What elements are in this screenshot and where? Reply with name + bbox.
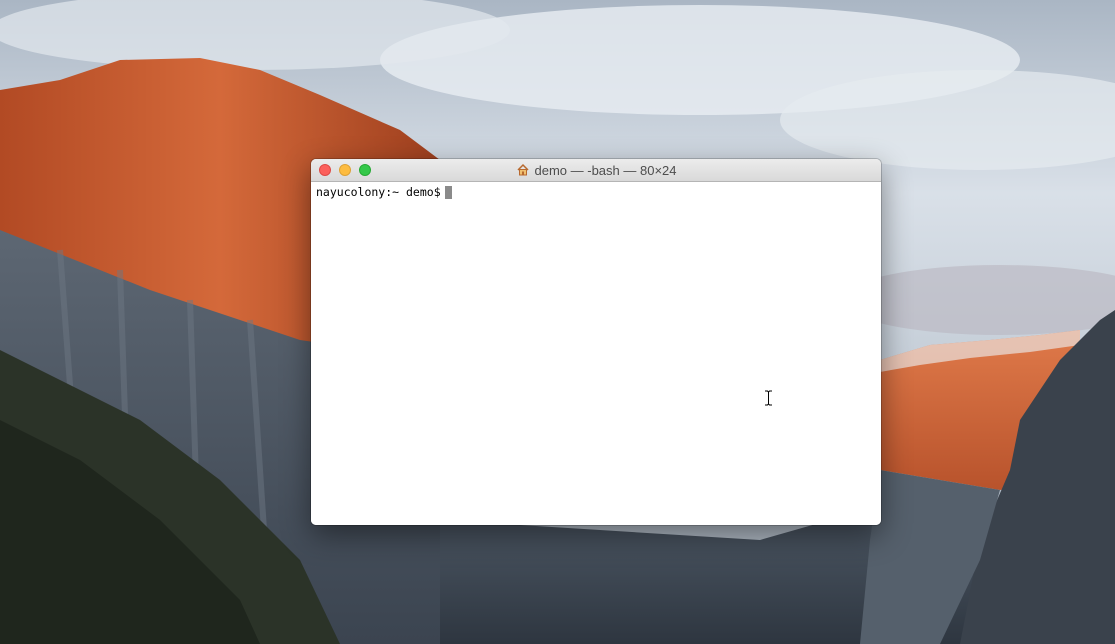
home-icon (516, 163, 529, 176)
prompt-line: nayucolony:~ demo$ (316, 185, 876, 199)
text-cursor (444, 185, 452, 199)
ibeam-cursor-icon (765, 390, 772, 406)
window-title: demo — -bash — 80×24 (311, 159, 881, 181)
window-title-text: demo — -bash — 80×24 (534, 162, 677, 178)
title-bar[interactable]: demo — -bash — 80×24 (311, 159, 881, 182)
shell-prompt: nayucolony:~ demo$ (316, 185, 441, 199)
terminal-window[interactable]: demo — -bash — 80×24 nayucolony:~ demo$ (311, 159, 881, 525)
terminal-content[interactable]: nayucolony:~ demo$ (311, 182, 881, 525)
